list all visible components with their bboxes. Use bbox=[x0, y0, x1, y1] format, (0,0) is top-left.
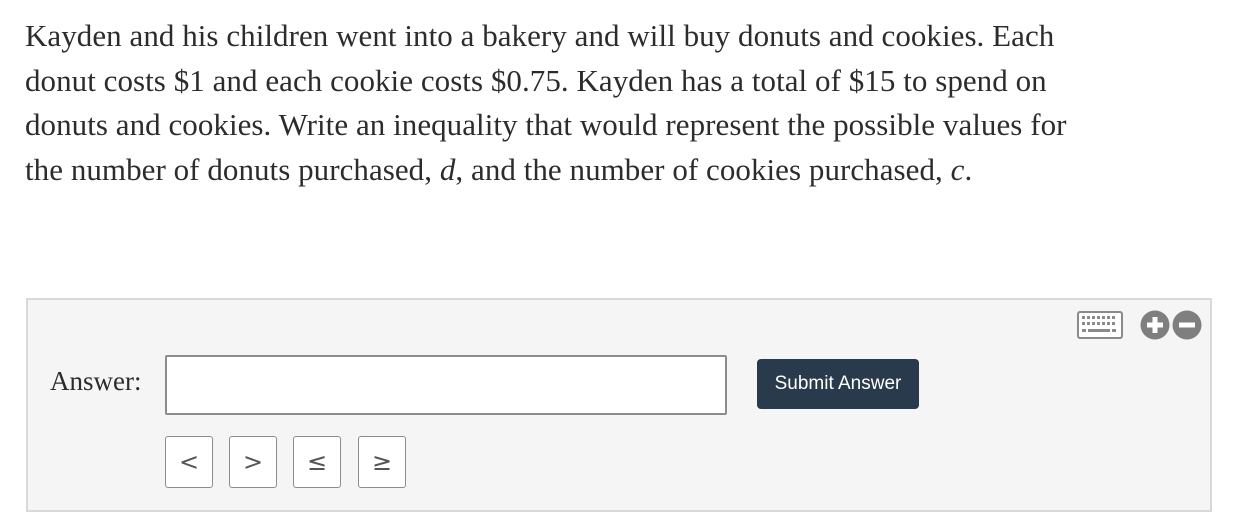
keyboard-icon[interactable] bbox=[1077, 311, 1123, 339]
variable-c: c bbox=[950, 151, 965, 187]
question-line-4: the number of donuts purchased, d, and t… bbox=[25, 148, 1215, 193]
question-line-4-middle: , and the number of cookies purchased, bbox=[455, 151, 951, 187]
variable-d: d bbox=[439, 151, 456, 187]
question-line-4-start: the number of donuts purchased, bbox=[25, 151, 440, 187]
greater-than-or-equal-button[interactable]: ≥ bbox=[358, 436, 406, 488]
submit-answer-button[interactable]: Submit Answer bbox=[757, 359, 919, 409]
question-line-2: donut costs $1 and each cookie costs $0.… bbox=[25, 62, 1047, 98]
question-line-1: Kayden and his children went into a bake… bbox=[25, 18, 1055, 53]
question-text: Kayden and his children went into a bake… bbox=[25, 14, 1215, 192]
question-line-4-end: . bbox=[964, 151, 973, 187]
answer-input[interactable] bbox=[165, 355, 727, 415]
question-line-3: donuts and cookies. Write an inequality … bbox=[25, 107, 1067, 142]
less-than-button[interactable]: < bbox=[165, 436, 213, 488]
answer-panel: Answer: Submit Answer < > ≤ ≥ bbox=[26, 298, 1212, 512]
plus-circle-icon[interactable] bbox=[1140, 310, 1170, 340]
less-than-or-equal-button[interactable]: ≤ bbox=[293, 436, 341, 488]
minus-circle-icon[interactable] bbox=[1172, 310, 1202, 340]
answer-label: Answer: bbox=[50, 366, 142, 396]
greater-than-button[interactable]: > bbox=[229, 436, 277, 488]
